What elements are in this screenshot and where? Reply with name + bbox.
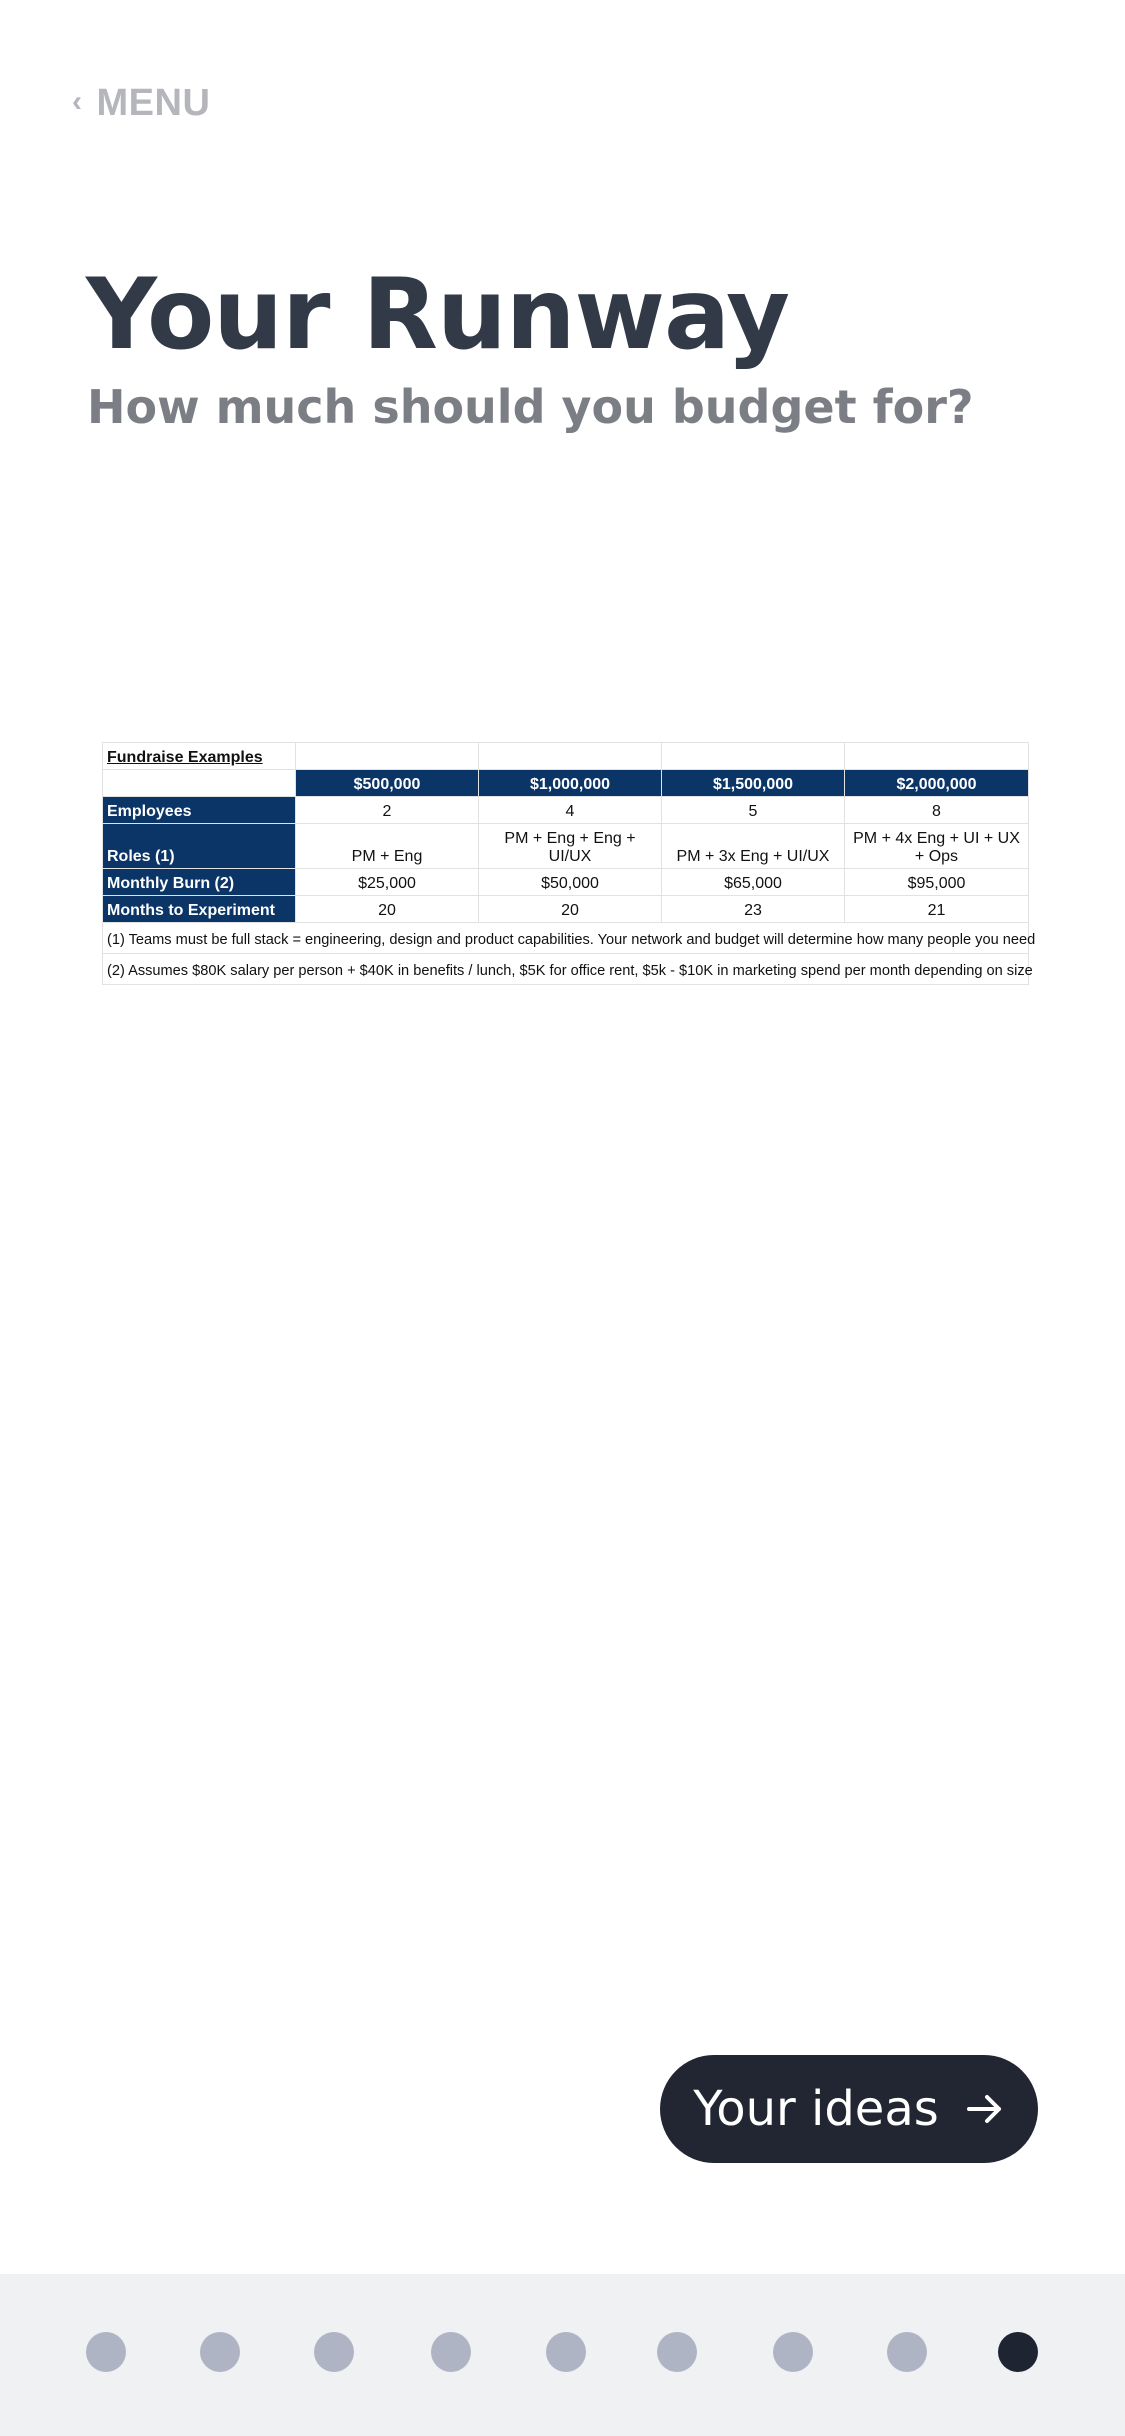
table-cell: 23 — [661, 895, 845, 923]
page-dot[interactable] — [657, 2332, 697, 2372]
table-cell — [295, 742, 479, 770]
table-cell — [478, 742, 662, 770]
table-cell: 4 — [478, 796, 662, 824]
page-dot[interactable] — [887, 2332, 927, 2372]
your-ideas-button[interactable]: Your ideas — [660, 2055, 1038, 2163]
row-header: Monthly Burn (2) — [102, 868, 296, 896]
page-dot[interactable] — [200, 2332, 240, 2372]
table-cell: $25,000 — [295, 868, 479, 896]
page-dot[interactable] — [998, 2332, 1038, 2372]
table-row: Monthly Burn (2) $25,000 $50,000 $65,000… — [102, 868, 1029, 896]
table-cell: $95,000 — [844, 868, 1029, 896]
column-header: $500,000 — [295, 769, 479, 797]
back-menu-link[interactable]: ‹ MENU — [72, 82, 210, 125]
menu-label: MENU — [96, 82, 211, 124]
table-row: Employees 2 4 5 8 — [102, 796, 1029, 824]
table-cell: $50,000 — [478, 868, 662, 896]
table-row: Months to Experiment 20 20 23 21 — [102, 895, 1029, 923]
column-header: $1,500,000 — [661, 769, 845, 797]
page-dot[interactable] — [86, 2332, 126, 2372]
row-header: Roles (1) — [102, 823, 296, 869]
row-header: Months to Experiment — [102, 895, 296, 923]
page-dot[interactable] — [314, 2332, 354, 2372]
chevron-left-icon: ‹ — [72, 84, 83, 118]
row-header: Employees — [102, 796, 296, 824]
pagination-dots — [0, 2274, 1125, 2436]
table-cell: PM + 4x Eng + UI + UX + Ops — [844, 823, 1029, 869]
table-cell — [102, 769, 296, 797]
page-dot[interactable] — [773, 2332, 813, 2372]
page-title: Your Runway — [86, 258, 790, 372]
table-footnote: (1) Teams must be full stack = engineeri… — [102, 922, 1035, 954]
table-cell: 20 — [478, 895, 662, 923]
page-dot[interactable] — [431, 2332, 471, 2372]
table-cell — [661, 742, 845, 770]
table-cell — [844, 742, 1029, 770]
fundraise-table: Fundraise Examples $500,000 $1,000,000 $… — [102, 742, 1035, 985]
table-cell: 20 — [295, 895, 479, 923]
table-cell: $65,000 — [661, 868, 845, 896]
table-cell: 8 — [844, 796, 1029, 824]
table-cell: PM + Eng — [295, 823, 479, 869]
arrow-right-icon — [966, 2095, 1001, 2123]
table-caption: Fundraise Examples — [102, 742, 296, 770]
table-cell: 2 — [295, 796, 479, 824]
table-cell: 5 — [661, 796, 845, 824]
table-footnote: (2) Assumes $80K salary per person + $40… — [102, 953, 1033, 985]
page-dot[interactable] — [546, 2332, 586, 2372]
table-cell: PM + 3x Eng + UI/UX — [661, 823, 845, 869]
table-cell: 21 — [844, 895, 1029, 923]
table-row: Roles (1) PM + Eng PM + Eng + Eng + UI/U… — [102, 823, 1029, 869]
table-cell: PM + Eng + Eng + UI/UX — [478, 823, 662, 869]
column-header: $2,000,000 — [844, 769, 1029, 797]
page-subtitle: How much should you budget for? — [87, 380, 974, 434]
pagination-footer — [0, 2274, 1125, 2436]
column-header: $1,000,000 — [478, 769, 662, 797]
your-ideas-label: Your ideas — [693, 2081, 939, 2137]
